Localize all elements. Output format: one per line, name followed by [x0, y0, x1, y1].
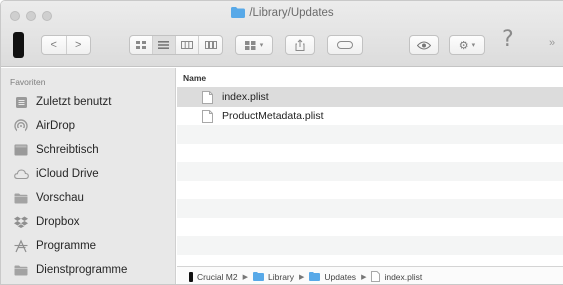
sidebar-item-label: AirDrop	[36, 120, 75, 132]
view-mode-control	[129, 35, 223, 55]
chevron-down-icon: ▾	[259, 42, 264, 49]
column-view-button[interactable]	[176, 36, 200, 54]
window-title: /Library/Updates	[1, 7, 563, 21]
sidebar-item-applications[interactable]: Programme	[13, 236, 96, 256]
column-header-name[interactable]: Name	[177, 68, 563, 88]
path-crumb-file[interactable]: index.plist	[371, 271, 422, 282]
action-menu-button[interactable]: ⚙ ▾	[449, 35, 485, 55]
empty-row	[177, 199, 563, 218]
file-list: Name index.plist ProductMetadata.plist	[177, 68, 563, 273]
sidebar-item-label: Schreibtisch	[36, 144, 99, 156]
tag-icon	[337, 41, 353, 49]
document-icon	[202, 109, 213, 123]
list-view-icon	[158, 41, 170, 49]
sidebar-item-label: Dropbox	[36, 216, 80, 228]
file-name: ProductMetadata.plist	[222, 109, 324, 122]
desktop-icon	[13, 143, 29, 157]
sidebar-item-label: Dienstprogramme	[36, 264, 128, 276]
icon-view-icon	[135, 41, 146, 49]
chevron-right-icon: ▶	[299, 273, 305, 281]
dropbox-icon	[13, 215, 29, 229]
group-by-button[interactable]: ▾	[235, 35, 273, 55]
sidebar-item-label: Zuletzt benutzt	[36, 96, 112, 108]
gallery-view-icon	[204, 41, 217, 49]
chevron-right-icon: ▶	[242, 273, 249, 281]
path-bar: Crucial M2 ▶ Library ▶ Updates ▶ index.p…	[177, 266, 563, 284]
sidebar-item-recents[interactable]: Zuletzt benutzt	[13, 92, 111, 112]
list-view-button[interactable]	[152, 36, 176, 54]
empty-row	[177, 162, 563, 181]
tag-button[interactable]	[327, 35, 363, 55]
sidebar-item-label: iCloud Drive	[36, 168, 99, 180]
file-row-productmetadata-plist[interactable]: ProductMetadata.plist	[177, 106, 563, 125]
folder-icon	[309, 272, 321, 281]
gear-icon: ⚙	[458, 38, 469, 52]
finder-window: /Library/Updates < > ▾ ⚙ ▾ ? » Favoriten…	[0, 0, 563, 285]
help-button[interactable]: ?	[502, 27, 514, 52]
group-grid-icon	[244, 40, 256, 50]
cloud-icon	[13, 167, 29, 181]
airdrop-icon	[13, 119, 29, 133]
recents-icon	[13, 95, 29, 109]
sidebar-item-airdrop[interactable]: AirDrop	[13, 116, 75, 136]
window-title-text: /Library/Updates	[249, 7, 334, 19]
empty-row	[177, 236, 563, 255]
back-button[interactable]: <	[42, 36, 67, 54]
quick-look-button[interactable]	[409, 35, 439, 55]
path-crumb-label: Crucial M2	[197, 271, 238, 282]
sidebar-item-utilities[interactable]: Dienstprogramme	[13, 260, 127, 280]
empty-row	[177, 143, 563, 162]
empty-row	[177, 217, 563, 236]
path-crumb-label: Library	[268, 271, 294, 282]
sidebar-item-desktop[interactable]: Schreibtisch	[13, 140, 99, 160]
sidebar-item-dropbox[interactable]: Dropbox	[13, 212, 79, 232]
file-name: index.plist	[222, 91, 269, 104]
sidebar-item-label: Vorschau	[36, 192, 84, 204]
drive-icon	[189, 271, 193, 282]
document-icon	[202, 91, 213, 104]
file-rows: index.plist ProductMetadata.plist	[177, 88, 563, 273]
toolbar: /Library/Updates < > ▾ ⚙ ▾ ? »	[1, 1, 563, 67]
gallery-view-button[interactable]	[199, 36, 222, 54]
icon-view-button[interactable]	[130, 36, 153, 54]
folder-icon	[253, 272, 265, 281]
sidebar-item-vorschau[interactable]: Vorschau	[13, 188, 84, 208]
navigation-buttons: < >	[41, 35, 91, 55]
toolbar-overflow-button[interactable]: »	[549, 37, 555, 49]
path-crumb-label: Updates	[324, 271, 357, 282]
chevron-right-icon: ▶	[361, 273, 367, 281]
sidebar-heading: Favoriten	[10, 77, 46, 87]
sidebar: Favoriten Zuletzt benutzt AirDrop Schrei…	[1, 68, 176, 284]
forward-button[interactable]: >	[67, 36, 91, 54]
folder-icon	[13, 191, 29, 205]
empty-row	[177, 125, 563, 144]
path-crumb-label: index.plist	[384, 271, 423, 282]
eye-icon	[417, 41, 431, 49]
folder-icon	[231, 7, 246, 21]
sidebar-item-icloud-drive[interactable]: iCloud Drive	[13, 164, 99, 184]
share-icon	[295, 39, 305, 51]
sidebar-item-label: Programme	[36, 240, 97, 252]
chevron-down-icon: ▾	[471, 42, 476, 49]
folder-icon	[13, 263, 29, 277]
column-view-icon	[180, 41, 193, 49]
file-row-index-plist[interactable]: index.plist	[177, 88, 563, 107]
share-button[interactable]	[285, 35, 315, 55]
empty-row	[177, 180, 563, 199]
document-icon	[371, 271, 381, 282]
path-crumb-drive[interactable]: Crucial M2	[189, 271, 238, 282]
path-crumb-updates[interactable]: Updates	[309, 272, 356, 282]
drive-icon[interactable]	[13, 32, 24, 58]
path-crumb-library[interactable]: Library	[253, 272, 294, 282]
column-header-label: Name	[183, 72, 207, 83]
applications-icon	[13, 239, 29, 253]
